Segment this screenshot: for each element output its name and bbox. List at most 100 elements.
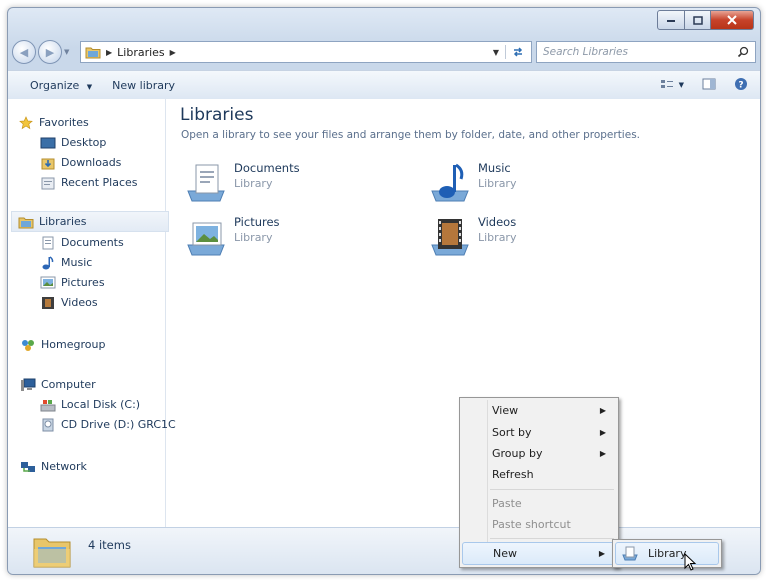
library-icon xyxy=(622,546,638,561)
help-button[interactable]: ? xyxy=(734,77,748,94)
breadcrumb-libraries[interactable]: Libraries xyxy=(117,46,165,59)
nav-cd-drive[interactable]: CD Drive (D:) GRC1C xyxy=(40,415,176,434)
submenu-arrow-icon: ▶ xyxy=(598,549,605,558)
local-disk-icon xyxy=(40,399,56,411)
libraries-folder-large-icon xyxy=(33,538,71,568)
nav-recent-places[interactable]: Recent Places xyxy=(40,173,138,192)
forward-button[interactable]: ▶ xyxy=(38,40,62,64)
address-bar-row: ◀ ▶ ▼ ▶ Libraries ▶ ▼ Search Libraries xyxy=(8,38,760,66)
nav-homegroup-label: Homegroup xyxy=(41,338,106,351)
menu-sort-by-label: Sort by xyxy=(492,426,532,439)
item-count: 4 items xyxy=(88,538,131,552)
library-videos-type: Library xyxy=(478,231,517,244)
menu-item-view[interactable]: View ▶ xyxy=(462,400,616,421)
library-documents-type: Library xyxy=(234,177,273,190)
nav-pictures[interactable]: Pictures xyxy=(40,273,105,292)
nav-computer[interactable]: Computer xyxy=(20,375,96,394)
nav-cd-drive-label: CD Drive (D:) GRC1C xyxy=(61,418,176,431)
nav-computer-label: Computer xyxy=(41,378,96,391)
address-bar[interactable]: ▶ Libraries ▶ ▼ xyxy=(80,41,532,63)
close-button[interactable] xyxy=(711,10,754,30)
nav-local-disk-label: Local Disk (C:) xyxy=(61,398,141,411)
preview-pane-button[interactable] xyxy=(702,78,716,93)
page-description: Open a library to see your files and arr… xyxy=(181,129,640,141)
submenu-item-library[interactable]: Library xyxy=(615,542,719,565)
organize-label: Organize xyxy=(30,78,80,92)
minimize-button[interactable] xyxy=(657,10,685,30)
organize-menu[interactable]: Organize ▼ xyxy=(8,79,102,92)
library-videos[interactable]: Videos Library xyxy=(428,215,516,259)
cd-drive-icon xyxy=(42,418,54,431)
submenu-arrow-icon: ▶ xyxy=(599,449,606,458)
nav-downloads-label: Downloads xyxy=(61,156,122,169)
menu-item-group-by[interactable]: Group by ▶ xyxy=(462,443,616,464)
context-menu: View ▶ Sort by ▶ Group by ▶ Refresh Past… xyxy=(459,397,619,568)
submenu-library-label: Library xyxy=(648,547,687,560)
nav-desktop-label: Desktop xyxy=(61,136,107,149)
nav-network[interactable]: Network xyxy=(20,457,87,476)
library-documents[interactable]: Documents Library xyxy=(184,161,300,205)
pictures-library-icon xyxy=(187,222,225,256)
change-view-button[interactable]: ▼ xyxy=(660,79,684,91)
nav-favorites[interactable]: Favorites xyxy=(18,113,89,132)
new-library-button[interactable]: New library xyxy=(102,79,185,92)
library-music-type: Library xyxy=(478,177,517,190)
nav-documents[interactable]: Documents xyxy=(40,233,124,252)
menu-paste-label: Paste xyxy=(492,497,522,510)
documents-icon xyxy=(42,236,54,249)
menu-item-paste[interactable]: Paste xyxy=(462,493,616,514)
library-pictures-name: Pictures xyxy=(234,215,280,229)
videos-icon xyxy=(42,296,54,309)
title-bar xyxy=(8,8,760,32)
breadcrumb-chevron-icon[interactable]: ▶ xyxy=(170,48,176,57)
computer-icon xyxy=(21,378,36,391)
nav-music[interactable]: Music xyxy=(40,253,92,272)
maximize-button[interactable] xyxy=(685,10,711,30)
search-icon[interactable] xyxy=(737,46,749,58)
back-button[interactable]: ◀ xyxy=(12,40,36,64)
nav-homegroup[interactable]: Homegroup xyxy=(20,335,105,354)
nav-downloads[interactable]: Downloads xyxy=(40,153,121,172)
search-box[interactable]: Search Libraries xyxy=(536,41,756,63)
refresh-icon[interactable] xyxy=(511,46,525,58)
library-pictures[interactable]: Pictures Library xyxy=(184,215,280,259)
command-bar: Organize ▼ New library ▼ ? xyxy=(8,70,760,100)
breadcrumb-separator-icon: ▶ xyxy=(106,47,113,57)
nav-videos[interactable]: Videos xyxy=(40,293,98,312)
menu-refresh-label: Refresh xyxy=(492,468,534,481)
new-submenu: Library xyxy=(612,539,722,568)
explorer-window: ◀ ▶ ▼ ▶ Libraries ▶ ▼ Search Libraries O… xyxy=(7,7,761,575)
nav-desktop[interactable]: Desktop xyxy=(40,133,106,152)
menu-item-refresh[interactable]: Refresh xyxy=(462,464,616,485)
menu-item-sort-by[interactable]: Sort by ▶ xyxy=(462,422,616,443)
organize-chevron-down-icon: ▼ xyxy=(86,82,93,91)
music-note-icon xyxy=(42,255,54,269)
menu-paste-shortcut-label: Paste shortcut xyxy=(492,518,571,531)
library-music-name: Music xyxy=(478,161,511,175)
menu-item-paste-shortcut[interactable]: Paste shortcut xyxy=(462,514,616,535)
music-library-icon xyxy=(431,163,469,202)
main-area: Favorites Desktop Downloads Recent Place… xyxy=(8,99,760,528)
library-pictures-type: Library xyxy=(234,231,273,244)
nav-videos-label: Videos xyxy=(61,296,98,309)
network-icon xyxy=(21,461,35,472)
address-history-dropdown-icon[interactable]: ▼ xyxy=(493,48,499,57)
nav-favorites-label: Favorites xyxy=(39,116,89,129)
view-options-icon xyxy=(660,80,673,88)
nav-libraries-label: Libraries xyxy=(39,215,87,228)
nav-libraries[interactable]: Libraries xyxy=(11,211,169,232)
nav-recent-places-label: Recent Places xyxy=(61,176,138,189)
menu-item-new[interactable]: New ▶ xyxy=(462,542,616,565)
downloads-folder-icon xyxy=(41,158,55,169)
library-documents-name: Documents xyxy=(234,161,300,175)
svg-text:?: ? xyxy=(738,80,743,90)
library-music[interactable]: Music Library xyxy=(428,161,516,205)
search-placeholder: Search Libraries xyxy=(543,46,628,58)
minimize-icon xyxy=(667,20,675,22)
nav-local-disk[interactable]: Local Disk (C:) xyxy=(40,395,140,414)
submenu-arrow-icon: ▶ xyxy=(599,406,606,415)
mouse-cursor-icon xyxy=(684,553,697,571)
recent-pages-dropdown-icon[interactable]: ▼ xyxy=(64,48,69,56)
documents-library-icon xyxy=(187,164,225,202)
maximize-icon xyxy=(692,15,703,25)
